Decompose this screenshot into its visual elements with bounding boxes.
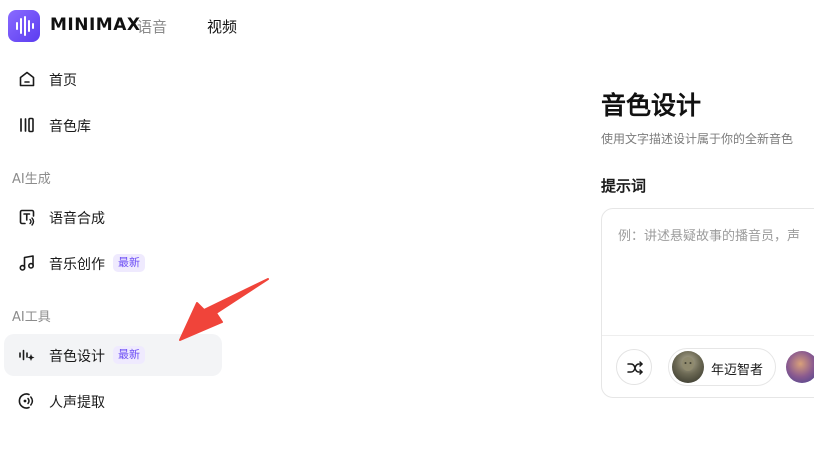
section-title-ai-generate: AI生成 bbox=[12, 172, 51, 187]
elder-portrait-icon bbox=[682, 357, 694, 375]
voice-extract-icon bbox=[18, 393, 34, 409]
tab-speech[interactable]: 语音 bbox=[137, 16, 167, 37]
sidebar-item-voice-library[interactable]: 音色库 bbox=[4, 104, 222, 146]
sidebar-item-voice-design[interactable]: 音色设计 最新 bbox=[4, 334, 222, 376]
shuffle-button[interactable] bbox=[616, 349, 652, 385]
page-title: 音色设计 bbox=[601, 91, 702, 120]
avatar bbox=[672, 351, 704, 383]
sidebar-item-label: 人声提取 bbox=[49, 395, 105, 411]
divider bbox=[602, 335, 814, 336]
preset-chip-label: 年迈智者 bbox=[711, 363, 764, 378]
sidebar-item-label: 音色设计 bbox=[49, 349, 105, 365]
prompt-label: 提示词 bbox=[601, 177, 647, 195]
sidebar-item-music-creation[interactable]: 音乐创作 最新 bbox=[4, 242, 222, 284]
section-title-ai-tools: AI工具 bbox=[12, 310, 51, 325]
sidebar-item-home[interactable]: 首页 bbox=[4, 58, 222, 100]
waveform-icon bbox=[16, 16, 34, 36]
sidebar-item-speech-synthesis[interactable]: 语音合成 bbox=[4, 196, 222, 238]
tab-video[interactable]: 视频 bbox=[207, 16, 237, 37]
shuffle-icon bbox=[627, 361, 643, 375]
voice-design-icon bbox=[19, 349, 35, 361]
text-to-speech-icon bbox=[19, 209, 35, 226]
minimax-logo-icon[interactable] bbox=[8, 10, 40, 42]
sidebar-item-label: 音乐创作 bbox=[49, 257, 105, 273]
library-icon bbox=[20, 117, 34, 133]
page-subtitle: 使用文字描述设计属于你的全新音色 bbox=[601, 132, 794, 146]
top-bar: MINIMAX 语音 视频 bbox=[0, 0, 814, 52]
new-badge: 最新 bbox=[113, 346, 145, 364]
preset-chip-elderly-sage[interactable]: 年迈智者 bbox=[668, 348, 776, 386]
prompt-textarea[interactable]: 例：讲述悬疑故事的播音员，声 年迈智者 bbox=[601, 208, 814, 398]
brand-name: MINIMAX bbox=[50, 15, 141, 35]
sidebar-item-label: 首页 bbox=[49, 73, 77, 89]
home-icon bbox=[19, 71, 35, 87]
sidebar-item-label: 音色库 bbox=[49, 119, 91, 135]
avatar[interactable] bbox=[786, 351, 814, 383]
prompt-placeholder: 例：讲述悬疑故事的播音员，声 bbox=[618, 229, 801, 244]
sidebar-item-label: 语音合成 bbox=[49, 211, 105, 227]
sidebar-item-vocal-extraction[interactable]: 人声提取 bbox=[4, 380, 222, 422]
new-badge: 最新 bbox=[113, 254, 145, 272]
music-note-icon bbox=[19, 255, 35, 271]
